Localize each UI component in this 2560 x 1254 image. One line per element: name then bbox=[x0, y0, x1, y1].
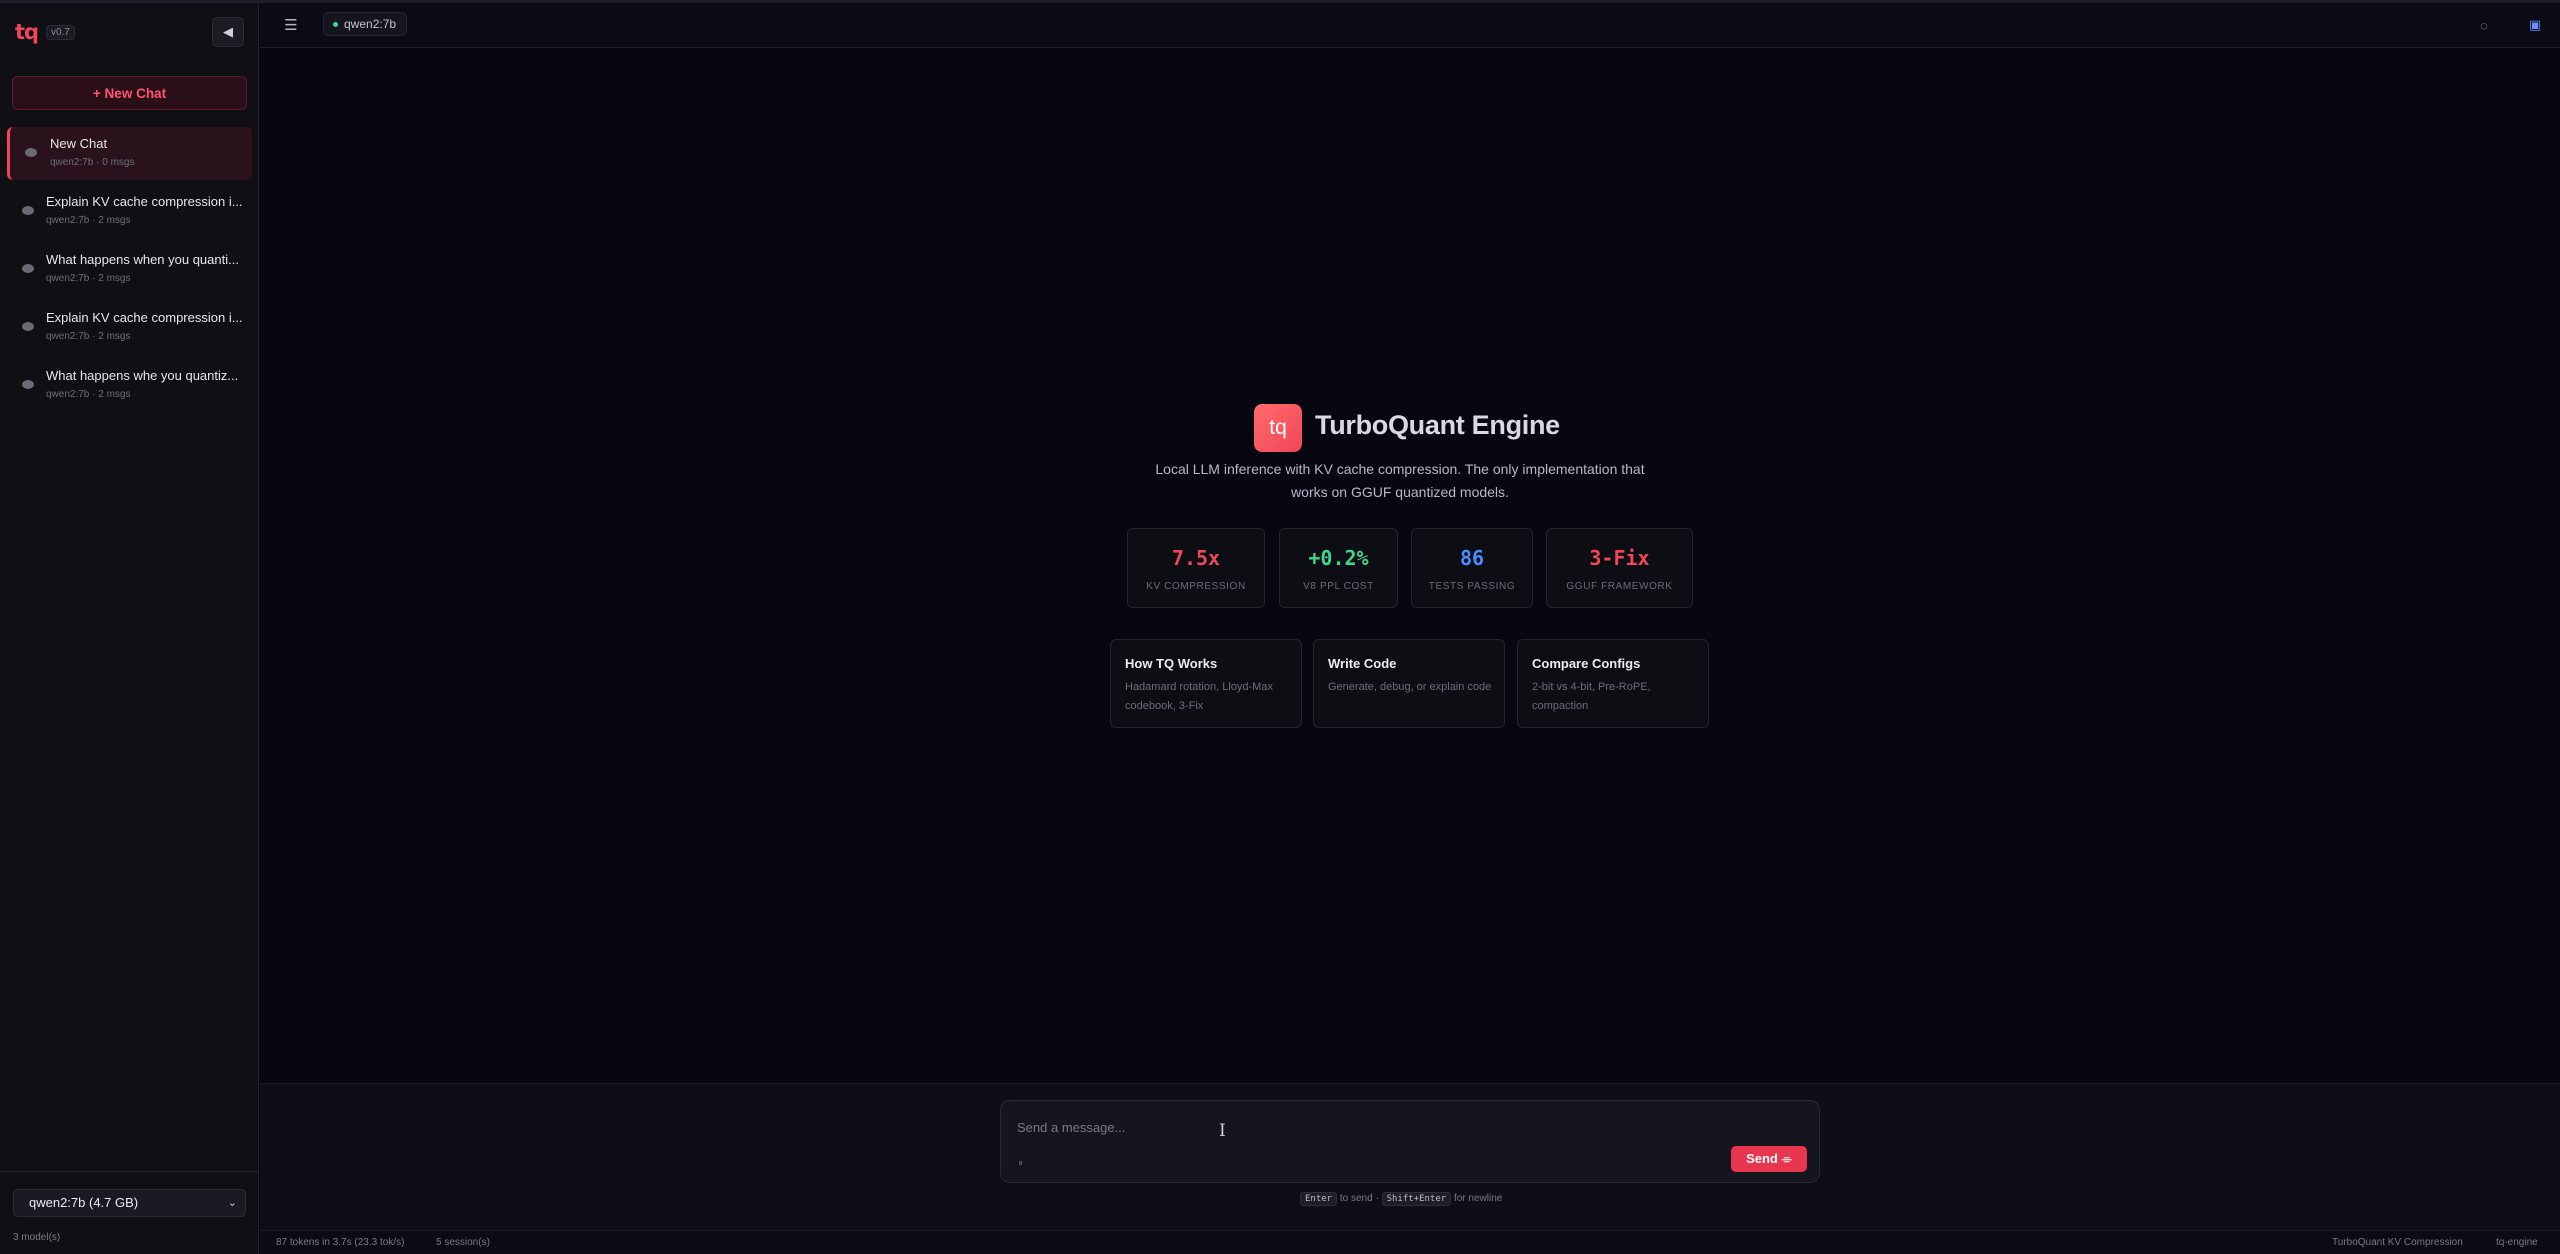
top-bar: ☰ qwen2:7b ◌ ▣ bbox=[260, 3, 2560, 48]
chevron-left-icon: ◀ bbox=[223, 24, 233, 39]
app-logo: tq bbox=[15, 20, 39, 44]
stat-card: 3-Fix GGUF FRAMEWORK bbox=[1546, 528, 1693, 608]
online-status-icon bbox=[333, 22, 338, 27]
session-meta: qwen2:7b · 2 msgs bbox=[46, 215, 131, 226]
model-select-value: qwen2:7b (4.7 GB) bbox=[29, 1195, 139, 1210]
suggestion-card[interactable]: How TQ Works Hadamard rotation, Lloyd-Ma… bbox=[1110, 639, 1302, 728]
session-count: 5 session(s) bbox=[436, 1237, 490, 1248]
stat-card: +0.2% V8 PPL COST bbox=[1279, 528, 1398, 608]
suggestion-desc: Hadamard rotation, Lloyd-Max codebook, 3… bbox=[1125, 681, 1273, 712]
token-stats: 87 tokens in 3.7s (23.3 tok/s) bbox=[276, 1237, 405, 1248]
session-title: What happens whe you quantiz... bbox=[46, 368, 239, 383]
suggestion-title: Write Code bbox=[1328, 656, 1397, 671]
session-item[interactable]: Explain KV cache compression i... qwen2:… bbox=[7, 301, 252, 354]
stat-label: GGUF FRAMEWORK bbox=[1566, 581, 1673, 592]
suggestion-desc: Generate, debug, or explain code bbox=[1328, 681, 1492, 693]
stat-value: 3-Fix bbox=[1589, 546, 1650, 570]
brand-logo: tq bbox=[1254, 404, 1302, 452]
enter-key: Enter bbox=[1300, 1192, 1338, 1206]
hint-text: to send · bbox=[1339, 1193, 1379, 1204]
chat-bubble-icon bbox=[22, 380, 34, 389]
status-bar: 87 tokens in 3.7s (23.3 tok/s) 5 session… bbox=[260, 1230, 2560, 1254]
session-meta: qwen2:7b · 2 msgs bbox=[46, 273, 131, 284]
chevron-down-icon: ⌄ bbox=[227, 1197, 237, 1209]
suggestion-title: Compare Configs bbox=[1532, 656, 1641, 671]
sidebar-footer: qwen2:7b (4.7 GB) ⌄ 3 model(s) bbox=[0, 1171, 259, 1254]
shift-enter-key: Shift+Enter bbox=[1381, 1192, 1452, 1206]
product-label: TurboQuant KV Compression bbox=[2332, 1237, 2463, 1248]
sidebar: tq v0.7 ◀ + New Chat New Chat qwen2:7b ·… bbox=[0, 3, 259, 1254]
stat-label: V8 PPL COST bbox=[1303, 581, 1374, 592]
message-input[interactable]: Send a message... I ⏸ Send ⌯ bbox=[1000, 1100, 1820, 1183]
stat-value: 86 bbox=[1459, 546, 1485, 570]
suggestion-card[interactable]: Compare Configs 2-bit vs 4-bit, Pre-RoPE… bbox=[1517, 639, 1709, 728]
session-title: New Chat bbox=[50, 136, 108, 151]
keyboard-hint: Enter to send · Shift+Enter for newline bbox=[1300, 1192, 1520, 1206]
hint-text: for newline bbox=[1453, 1193, 1503, 1204]
session-meta: qwen2:7b · 0 msgs bbox=[50, 157, 135, 168]
settings-button[interactable]: ▣ bbox=[2524, 14, 2546, 36]
version-badge: v0.7 bbox=[46, 25, 75, 40]
stat-card: 7.5x KV COMPRESSION bbox=[1127, 528, 1265, 608]
tagline: Local LLM inference with KV cache compre… bbox=[1155, 461, 1645, 500]
active-model-pill[interactable]: qwen2:7b bbox=[323, 12, 408, 36]
theme-toggle-button[interactable]: ◌ bbox=[2473, 14, 2495, 36]
chat-bubble-icon bbox=[22, 206, 34, 215]
collapse-sidebar-button[interactable]: ◀ bbox=[212, 17, 244, 47]
welcome-screen: tq TurboQuant Engine Local LLM inference… bbox=[260, 48, 2560, 1083]
attach-icon[interactable]: ⏸ bbox=[1018, 1158, 1023, 1169]
message-placeholder: Send a message... bbox=[1017, 1120, 1126, 1135]
models-count: 3 model(s) bbox=[13, 1232, 61, 1243]
session-item[interactable]: Explain KV cache compression i... qwen2:… bbox=[7, 185, 252, 238]
send-button[interactable]: Send ⌯ bbox=[1731, 1146, 1807, 1172]
text-cursor-icon: I bbox=[1219, 1121, 1226, 1141]
stat-label: TESTS PASSING bbox=[1428, 581, 1516, 592]
page-title: TurboQuant Engine bbox=[1315, 410, 1560, 440]
chat-bubble-icon bbox=[22, 322, 34, 331]
session-item[interactable]: What happens when you quanti... qwen2:7b… bbox=[7, 243, 252, 296]
session-item[interactable]: What happens whe you quantiz... qwen2:7b… bbox=[7, 359, 252, 412]
chat-bubble-icon bbox=[22, 264, 34, 273]
model-select[interactable]: qwen2:7b (4.7 GB) ⌄ bbox=[13, 1189, 246, 1217]
suggestion-title: How TQ Works bbox=[1125, 656, 1218, 671]
new-chat-button[interactable]: + New Chat bbox=[12, 76, 247, 110]
hamburger-icon: ☰ bbox=[284, 17, 298, 34]
session-meta: qwen2:7b · 2 msgs bbox=[46, 331, 131, 342]
session-meta: qwen2:7b · 2 msgs bbox=[46, 389, 131, 400]
composer-area: Send a message... I ⏸ Send ⌯ Enter to se… bbox=[260, 1083, 2560, 1230]
session-list: New Chat qwen2:7b · 0 msgs Explain KV ca… bbox=[7, 127, 252, 417]
active-model-label: qwen2:7b bbox=[344, 17, 397, 31]
stat-label: KV COMPRESSION bbox=[1146, 581, 1246, 592]
theme-icon: ◌ bbox=[2480, 17, 2488, 33]
suggestion-desc: 2-bit vs 4-bit, Pre-RoPE, compaction bbox=[1532, 681, 1651, 712]
chat-bubble-icon bbox=[25, 148, 37, 157]
menu-button[interactable]: ☰ bbox=[279, 12, 303, 38]
session-item[interactable]: New Chat qwen2:7b · 0 msgs bbox=[7, 127, 252, 180]
stat-value: +0.2% bbox=[1308, 546, 1369, 570]
session-title: Explain KV cache compression i... bbox=[46, 310, 243, 325]
settings-icon: ▣ bbox=[2528, 17, 2542, 32]
session-title: Explain KV cache compression i... bbox=[46, 194, 243, 209]
sidebar-header: tq v0.7 ◀ bbox=[0, 3, 259, 63]
stat-value: 7.5x bbox=[1171, 546, 1221, 570]
session-title: What happens when you quanti... bbox=[46, 252, 239, 267]
stat-card: 86 TESTS PASSING bbox=[1411, 528, 1533, 608]
suggestion-card[interactable]: Write Code Generate, debug, or explain c… bbox=[1313, 639, 1505, 728]
engine-label: tq-engine bbox=[2496, 1237, 2538, 1248]
